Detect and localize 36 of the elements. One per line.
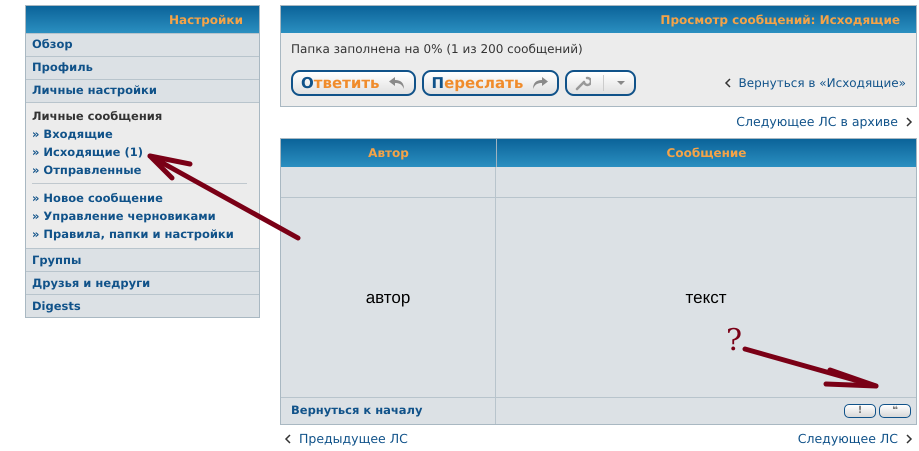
chevron-left-icon [284,434,291,444]
forward-arrow-icon [531,76,550,90]
sidebar-link[interactable]: » Правила, папки и настройки [32,225,247,244]
chevron-right-icon [906,117,913,127]
back-to-top-link[interactable]: Вернуться к началу [291,402,422,420]
report-button[interactable]: ! [844,404,876,418]
sidebar-item[interactable]: Группы [32,252,82,269]
sidebar-item[interactable]: Digests [32,298,81,315]
annotation-question-mark: ? [726,326,742,356]
previous-message-link[interactable]: Предыдущее ЛС [280,430,408,449]
sidebar-link[interactable]: » Отправленные [32,161,253,180]
column-header: Сообщение [496,139,916,167]
message-text: текст [686,286,726,309]
forward-button[interactable]: Переслать [422,70,560,96]
reply-button[interactable]: Ответить [291,70,416,96]
quote-button[interactable]: ❝ [879,404,911,418]
sidebar-link[interactable]: » Исходящие (1) [32,143,253,162]
chevron-left-icon [724,78,731,88]
sidebar-section-title[interactable]: Личные сообщения [32,108,253,126]
panel-title: Просмотр сообщений: Исходящие [660,12,900,28]
chevron-right-icon [906,434,913,444]
sidebar-link[interactable]: » Входящие [32,125,253,144]
caret-icon [616,80,626,86]
folder-status: Папка заполнена на 0% (1 из 200 сообщений) [291,41,584,58]
reply-arrow-icon [388,76,406,90]
sidebar-item[interactable]: Обзор [32,36,73,54]
sidebar-link[interactable]: » Управление черновиками [32,207,247,226]
next-message-link[interactable]: Следующее ЛС [798,430,913,449]
next-archive-link[interactable]: Следующее ЛС в архиве [736,112,913,132]
column-header: Автор [367,145,410,162]
author-name: автор [366,286,410,309]
tools-dropdown-button[interactable] [565,70,636,96]
wrench-icon [575,75,592,91]
sidebar-link[interactable]: » Новое сообщение [32,189,247,208]
sidebar-title: Настройки [168,12,243,28]
back-to-folder-link[interactable]: Вернуться в «Исходящие» [724,74,906,92]
